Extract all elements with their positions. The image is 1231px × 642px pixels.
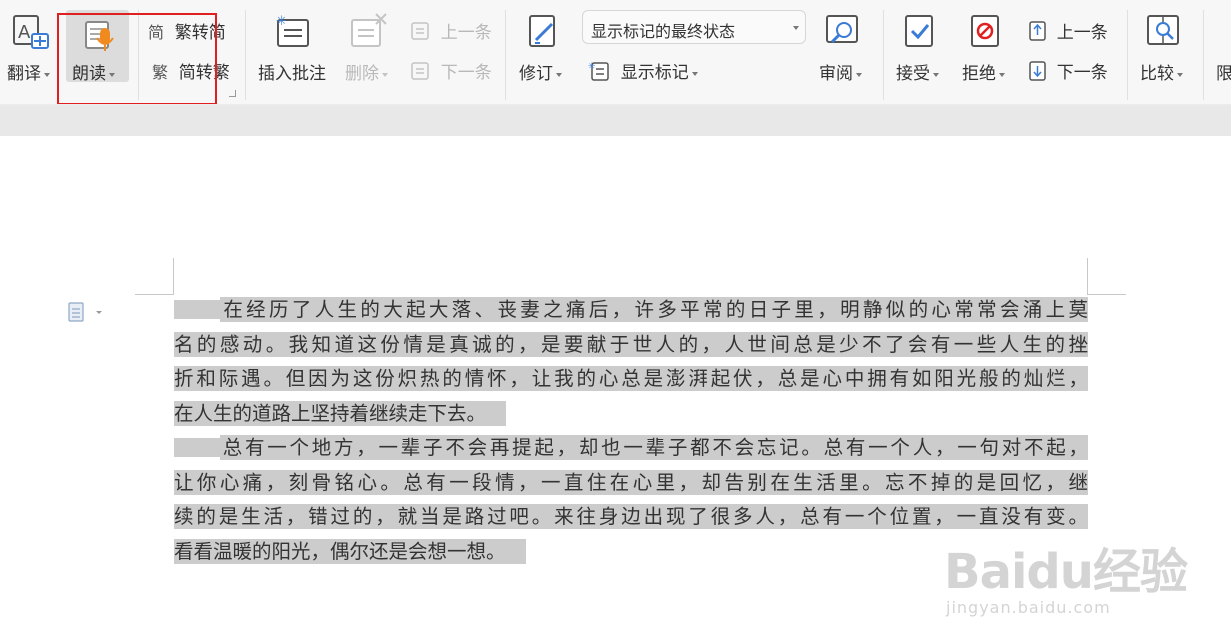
group-separator <box>1127 10 1128 100</box>
next-change-button[interactable]: 下一条 <box>1028 58 1108 83</box>
compare-icon[interactable] <box>1146 12 1182 50</box>
restrict-editing-button[interactable]: 限 <box>1216 59 1231 84</box>
chevron-down-icon <box>1177 72 1183 77</box>
group-separator <box>245 10 246 100</box>
markup-mode-select[interactable]: 显示标记的最终状态 <box>582 10 806 44</box>
reject-icon[interactable] <box>968 12 1004 50</box>
reject-label: 拒绝 <box>962 64 996 83</box>
reject-button[interactable]: 拒绝 <box>962 59 1005 84</box>
next-comment-label: 下一条 <box>440 63 492 82</box>
crop-mark <box>135 294 174 295</box>
next-comment-button[interactable]: 下一条 <box>410 58 492 83</box>
selected-text: 总有一个地方，一辈子不会再提起，却也一辈子都不会忘记。总有一个人，一句对不起， <box>220 435 1088 460</box>
text-line: 名的感动。我知道这份情是真诚的，是要献于世人的，人世间总是少不了会有一些人生的挫 <box>174 328 1088 363</box>
selected-text: 名的感动。我知道这份情是真诚的，是要献于世人的，人世间总是少不了会有一些人生的挫 <box>174 331 1088 357</box>
prev-change-icon <box>1029 21 1046 41</box>
translate-label: 翻译 <box>7 64 41 83</box>
text-line: 折和际遇。但因为这份炽热的情怀，让我的心总是澎湃起伏，总是心中拥有如阳光般的灿烂… <box>174 362 1088 397</box>
selected-text: 让你心痛，刻骨铭心。总有一段情，一直住在心里，却告别在生活里。忘不掉的是回忆，继 <box>174 469 1088 495</box>
track-changes-icon[interactable] <box>526 12 562 50</box>
track-changes-button[interactable]: 修订 <box>519 59 562 84</box>
review-pane-icon[interactable] <box>824 12 862 50</box>
insert-comment-button[interactable]: 插入批注 <box>258 59 326 84</box>
selected-text: 在经历了人生的大起大落、丧妻之痛后，许多平常的日子里，明静似的心常常会涌上莫 <box>220 297 1088 322</box>
review-pane-button[interactable]: 审阅 <box>819 59 862 84</box>
chevron-down-icon <box>933 72 939 77</box>
first-line-indent <box>174 299 220 319</box>
translate-icon[interactable]: A <box>12 14 50 52</box>
chevron-down-icon <box>999 72 1005 77</box>
review-label: 审阅 <box>819 64 853 83</box>
crop-mark <box>173 258 174 295</box>
delete-comment-button[interactable]: 删除 <box>345 59 388 84</box>
next-change-icon <box>1029 61 1046 81</box>
text-line: 在经历了人生的大起大落、丧妻之痛后，许多平常的日子里，明静似的心常常会涌上莫 <box>174 293 1088 328</box>
delete-comment-icon <box>351 13 387 47</box>
markup-mode-value: 显示标记的最终状态 <box>591 24 736 41</box>
chevron-down-icon <box>382 72 388 77</box>
next-comment-icon <box>411 62 429 80</box>
text-line: 让你心痛，刻骨铭心。总有一段情，一直住在心里，却告别在生活里。忘不掉的是回忆，继 <box>174 466 1088 501</box>
watermark-url: jingyan.baidu.com <box>946 598 1111 617</box>
text-line: 总有一个地方，一辈子不会再提起，却也一辈子都不会忘记。总有一个人，一句对不起， <box>174 431 1088 466</box>
prev-comment-label: 上一条 <box>440 23 492 42</box>
next-change-label: 下一条 <box>1056 63 1108 82</box>
group-separator <box>883 10 884 100</box>
show-markup-button[interactable]: ✳ 显示标记 <box>588 58 698 83</box>
paragraph-layout-icon[interactable] <box>68 302 108 327</box>
text-line: 在人生的道路上坚持着继续走下去。 <box>174 397 1088 432</box>
selected-text: 看看温暖的阳光，偶尔还是会想一想。 <box>174 538 526 564</box>
dialog-launcher-icon[interactable] <box>229 90 236 97</box>
show-markup-label: 显示标记 <box>620 63 689 82</box>
show-markup-icon: ✳ <box>588 62 609 81</box>
compare-label: 比较 <box>1140 64 1174 83</box>
svg-text:✳: ✳ <box>588 62 596 72</box>
selected-text: 折和际遇。但因为这份炽热的情怀，让我的心总是澎湃起伏，总是心中拥有如阳光般的灿烂… <box>174 366 1088 391</box>
accept-icon[interactable] <box>902 12 938 50</box>
insert-comment-icon[interactable]: ✳ <box>274 12 312 50</box>
svg-text:✳: ✳ <box>276 14 287 29</box>
chevron-down-icon <box>793 26 799 30</box>
prev-change-label: 上一条 <box>1056 23 1108 42</box>
chevron-down-icon <box>856 72 862 77</box>
crop-mark <box>1087 294 1126 295</box>
watermark-logo-text: Baidu经验 <box>944 544 1188 600</box>
first-line-indent <box>174 437 220 457</box>
restrict-label: 限 <box>1216 64 1231 83</box>
selected-text: 续的是生活，错过的，就当是路过吧。来往身边出现了很多人，总有一个位置，一直没有变… <box>174 504 1088 529</box>
crop-mark <box>1087 258 1088 295</box>
baidu-jingyan-watermark: Baidu经验 jingyan.baidu.com <box>944 532 1188 617</box>
compare-button[interactable]: 比较 <box>1140 59 1183 84</box>
prev-comment-icon <box>411 22 429 40</box>
delete-label: 删除 <box>345 64 379 83</box>
ruler-band <box>0 106 1231 136</box>
chevron-down-icon <box>556 72 562 77</box>
accept-button[interactable]: 接受 <box>896 59 939 84</box>
group-separator <box>505 10 506 100</box>
text-line: 续的是生活，错过的，就当是路过吧。来往身边出现了很多人，总有一个位置，一直没有变… <box>174 500 1088 535</box>
translate-button[interactable]: 翻译 <box>7 59 50 84</box>
accept-label: 接受 <box>896 64 930 83</box>
prev-change-button[interactable]: 上一条 <box>1028 18 1108 43</box>
paragraph-1[interactable]: 在经历了人生的大起大落、丧妻之痛后，许多平常的日子里，明静似的心常常会涌上莫 名… <box>174 293 1088 431</box>
highlight-annotation-box <box>57 13 217 105</box>
selected-text: 在人生的道路上坚持着继续走下去。 <box>174 400 507 426</box>
prev-comment-button[interactable]: 上一条 <box>410 18 492 43</box>
track-changes-label: 修订 <box>519 64 553 83</box>
insert-comment-label: 插入批注 <box>258 64 326 83</box>
chevron-down-icon <box>691 71 698 76</box>
group-separator <box>1203 10 1204 100</box>
chevron-down-icon <box>44 72 50 77</box>
svg-text:A: A <box>18 22 31 43</box>
